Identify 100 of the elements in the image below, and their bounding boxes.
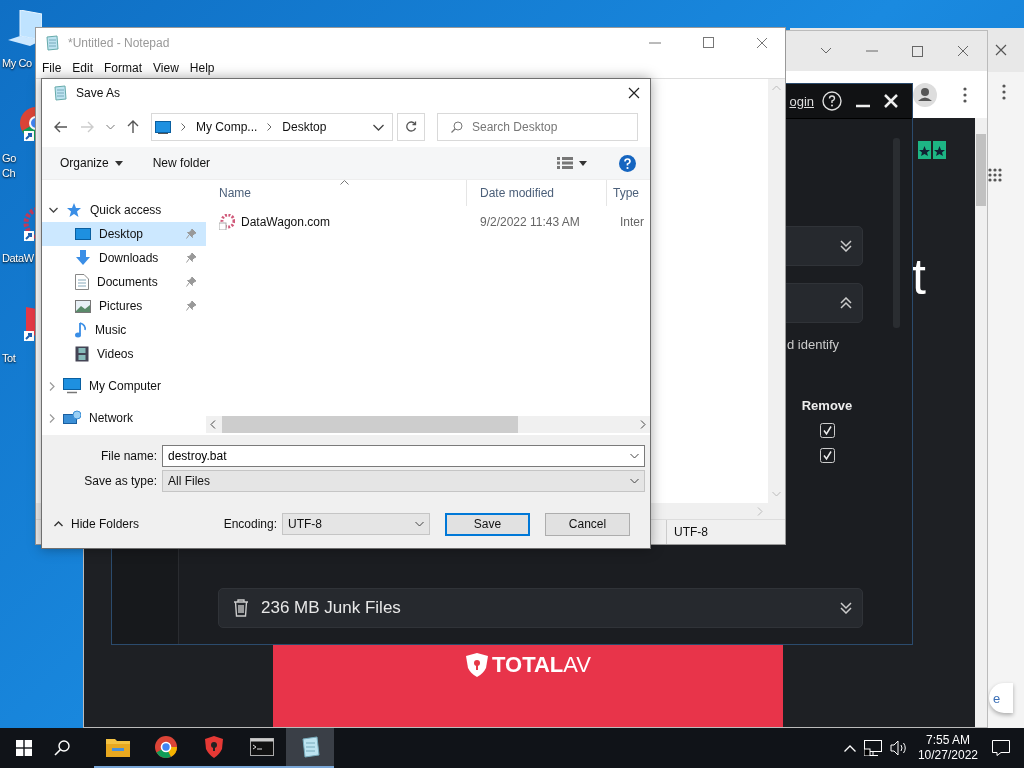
help-icon[interactable] bbox=[822, 91, 842, 111]
maximize-icon[interactable] bbox=[912, 45, 923, 57]
caret-icon[interactable] bbox=[579, 160, 587, 166]
chevron-down-icon[interactable] bbox=[373, 123, 384, 131]
menu-item[interactable]: Edit bbox=[68, 58, 98, 77]
address-bar[interactable]: My Comp... Desktop bbox=[151, 113, 393, 141]
close-icon[interactable] bbox=[995, 44, 1007, 56]
file-name-field[interactable]: destroy.bat bbox=[162, 444, 645, 467]
menu-item[interactable]: Help bbox=[185, 58, 219, 77]
chevron-right-icon bbox=[267, 123, 273, 131]
table-cell-text: Inter bbox=[619, 215, 645, 229]
checkbox[interactable] bbox=[819, 423, 835, 438]
film-strip-icon bbox=[75, 346, 89, 362]
field-label: File name: bbox=[99, 448, 158, 463]
chrome-icon bbox=[155, 736, 177, 758]
accordion-panel[interactable]: 236 MB Junk Files bbox=[218, 588, 863, 628]
save-button[interactable]: Save bbox=[445, 512, 530, 536]
file-name-cell[interactable]: DataWagon.com bbox=[206, 214, 467, 230]
column-header[interactable]: Date modified bbox=[467, 180, 607, 206]
nav-item[interactable]: Quick access bbox=[42, 198, 206, 222]
checkbox[interactable] bbox=[819, 448, 835, 463]
image-icon bbox=[75, 299, 91, 313]
apps-grid-icon[interactable] bbox=[988, 168, 1002, 182]
network-icon bbox=[63, 410, 81, 426]
notification-icon[interactable] bbox=[992, 740, 1010, 756]
hide-folders-button[interactable]: Hide Folders bbox=[42, 517, 140, 531]
desktop-icon-label[interactable]: Ch bbox=[0, 166, 16, 181]
nav-item[interactable]: Downloads bbox=[42, 246, 206, 270]
monitor-icon bbox=[155, 120, 171, 134]
profile-avatar-icon[interactable] bbox=[913, 82, 937, 107]
chat-bubble[interactable]: e bbox=[989, 683, 1013, 713]
scrollbar[interactable] bbox=[975, 118, 987, 727]
monitor-icon bbox=[63, 378, 81, 394]
login-link[interactable]: ogin bbox=[789, 93, 814, 109]
pin-icon bbox=[186, 253, 196, 263]
cancel-button[interactable]: Cancel bbox=[545, 512, 630, 536]
nav-item[interactable]: Music bbox=[42, 318, 206, 342]
column-heading: Remove bbox=[801, 398, 853, 413]
close-icon[interactable] bbox=[628, 87, 640, 99]
menu-item[interactable]: Format bbox=[100, 58, 147, 77]
monitor-icon bbox=[75, 227, 91, 241]
brand-logo-text: TOTALAV bbox=[492, 652, 591, 678]
field-label: Save as type: bbox=[83, 473, 158, 488]
desktop-icon-label[interactable]: My Co bbox=[0, 56, 32, 71]
desktop-icon-label[interactable]: Go bbox=[0, 151, 16, 166]
download-arrow-icon bbox=[75, 250, 91, 266]
page-heading: t bbox=[912, 249, 926, 305]
nav-item[interactable]: Documents bbox=[42, 270, 206, 294]
clock-time[interactable]: 7:55 AM bbox=[925, 733, 970, 748]
menu-item[interactable]: File bbox=[38, 58, 66, 77]
chevron-down-icon[interactable] bbox=[820, 47, 832, 55]
view-options-icon[interactable] bbox=[557, 157, 573, 169]
windows-start-icon[interactable] bbox=[16, 740, 32, 756]
folder-icon bbox=[106, 737, 130, 757]
new-folder-button[interactable]: New folder bbox=[152, 156, 211, 170]
refresh-button[interactable] bbox=[397, 113, 425, 141]
breadcrumb-item[interactable]: Desktop bbox=[282, 120, 327, 134]
network-icon[interactable] bbox=[863, 740, 882, 756]
chevron-up-icon[interactable] bbox=[54, 521, 63, 527]
field-label: Encoding: bbox=[223, 517, 277, 531]
column-header[interactable]: Type bbox=[607, 180, 650, 206]
organize-menu[interactable]: Organize bbox=[60, 156, 109, 170]
menu-item[interactable]: View bbox=[149, 58, 183, 77]
double-chevron-up-icon[interactable] bbox=[840, 297, 852, 309]
refresh-icon[interactable] bbox=[405, 121, 417, 133]
column-header[interactable]: Name bbox=[206, 180, 467, 206]
double-chevron-down-icon[interactable] bbox=[840, 602, 852, 614]
maximize-icon[interactable] bbox=[703, 37, 714, 48]
search-field[interactable]: Search Desktop bbox=[437, 113, 638, 141]
trash-icon bbox=[233, 599, 249, 617]
back-arrow-icon[interactable] bbox=[54, 121, 68, 133]
notepad-icon bbox=[299, 736, 321, 758]
caret-icon[interactable] bbox=[114, 160, 123, 166]
window-title: *Untitled - Notepad bbox=[68, 35, 170, 50]
nav-item[interactable]: Videos bbox=[42, 342, 206, 366]
nav-item[interactable]: Desktop bbox=[42, 222, 206, 246]
pin-icon bbox=[186, 277, 196, 287]
kebab-menu-icon[interactable] bbox=[963, 86, 967, 103]
breadcrumb-item[interactable]: My Comp... bbox=[196, 120, 258, 134]
desktop-icon-label[interactable]: DataW bbox=[0, 251, 34, 266]
double-chevron-down-icon[interactable] bbox=[840, 240, 852, 252]
shield-logo-icon bbox=[465, 652, 489, 678]
file-type-dropdown[interactable]: All Files bbox=[162, 469, 645, 492]
up-arrow-icon[interactable] bbox=[127, 120, 139, 134]
kebab-menu-icon[interactable] bbox=[1002, 84, 1006, 100]
description-text: d identify bbox=[787, 337, 841, 352]
encoding-dropdown[interactable]: UTF-8 bbox=[282, 513, 430, 535]
dialog-title: Save As bbox=[76, 86, 121, 100]
shield-icon bbox=[204, 735, 224, 759]
desktop-icon-label[interactable]: Tot bbox=[0, 351, 16, 366]
volume-icon[interactable] bbox=[889, 740, 908, 756]
clock-date[interactable]: 10/27/2022 bbox=[917, 748, 978, 763]
notepad-icon bbox=[52, 85, 68, 101]
search-icon[interactable] bbox=[54, 740, 70, 756]
nav-item[interactable]: Network bbox=[42, 406, 206, 430]
nav-item[interactable]: Pictures bbox=[42, 294, 206, 318]
nav-item[interactable]: My Computer bbox=[42, 374, 206, 398]
taskbar-app[interactable] bbox=[286, 728, 334, 768]
table-cell-text: 9/2/2022 11:43 AM bbox=[479, 215, 581, 229]
chevron-down-icon[interactable] bbox=[49, 207, 58, 213]
